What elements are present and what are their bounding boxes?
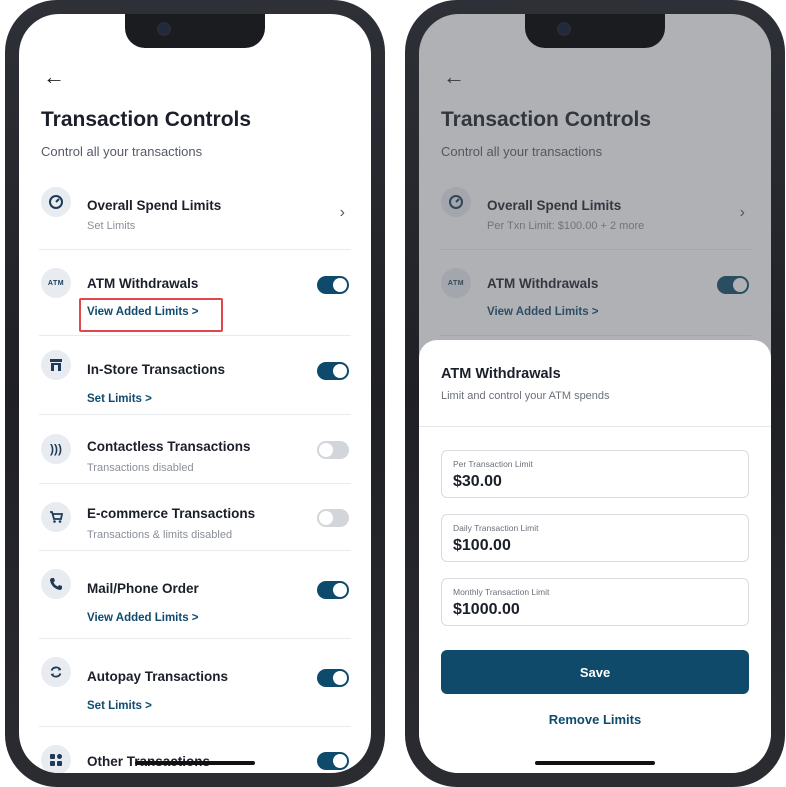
list-item-autopay: Autopay Transactions Set Limits > — [39, 639, 351, 727]
page-subtitle: Control all your transactions — [41, 144, 203, 159]
list-item-contactless: ))) Contactless Transactions Transaction… — [39, 415, 351, 484]
speedometer-icon — [41, 187, 71, 217]
toggle-knob — [319, 511, 333, 525]
camera-icon — [559, 24, 569, 34]
toggle-knob — [333, 754, 347, 768]
notch — [525, 14, 665, 48]
toggle-knob — [333, 671, 347, 685]
field-label: Monthly Transaction Limit — [453, 587, 550, 597]
contactless-icon: ))) — [41, 434, 71, 464]
list-item-atm-withdrawals: ATM ATM Withdrawals View Added Limits > — [39, 250, 351, 336]
toggle-knob — [319, 443, 333, 457]
list-item-ecommerce: E-commerce Transactions Transactions & l… — [39, 484, 351, 551]
toggle-knob — [333, 278, 347, 292]
in-store-toggle[interactable] — [317, 362, 349, 380]
page-title: Transaction Controls — [41, 108, 252, 131]
row-title: Autopay Transactions — [87, 669, 229, 684]
transaction-controls-list: Overall Spend Limits Set Limits › ATM AT… — [39, 174, 351, 773]
ecommerce-toggle[interactable] — [317, 509, 349, 527]
set-limits-link[interactable]: Set Limits > — [87, 393, 152, 405]
grid-icon — [41, 745, 71, 773]
screen-right: ← Transaction Controls Control all your … — [419, 14, 771, 773]
screen-left: ← Transaction Controls Control all your … — [19, 14, 371, 773]
cart-icon — [41, 502, 71, 532]
phone-icon — [41, 569, 71, 599]
atm-icon: ATM — [41, 268, 71, 298]
row-title: In-Store Transactions — [87, 362, 226, 377]
sheet-title: ATM Withdrawals — [441, 366, 561, 382]
monthly-transaction-limit-field[interactable]: Monthly Transaction Limit $1000.00 — [441, 578, 749, 626]
row-title: Mail/Phone Order — [87, 581, 199, 596]
divider — [419, 426, 771, 427]
row-title: Contactless Transactions — [87, 439, 251, 454]
notch — [125, 14, 265, 48]
home-indicator — [135, 761, 255, 765]
sheet-subtitle: Limit and control your ATM spends — [441, 390, 610, 402]
list-item-overall-spend[interactable]: Overall Spend Limits Set Limits › — [39, 174, 351, 250]
daily-transaction-limit-field[interactable]: Daily Transaction Limit $100.00 — [441, 514, 749, 562]
row-title: Overall Spend Limits — [87, 198, 222, 213]
field-value: $100.00 — [453, 537, 511, 554]
row-subtitle: Transactions disabled — [87, 462, 194, 474]
autopay-toggle[interactable] — [317, 669, 349, 687]
contactless-toggle[interactable] — [317, 441, 349, 459]
chevron-right-icon[interactable]: › — [340, 204, 345, 222]
list-item-other: Other Transactions — [39, 727, 351, 773]
camera-icon — [159, 24, 169, 34]
remove-limits-button[interactable]: Remove Limits — [419, 712, 771, 727]
home-indicator — [535, 761, 655, 765]
row-title: E-commerce Transactions — [87, 506, 256, 521]
field-label: Per Transaction Limit — [453, 459, 533, 469]
field-value: $1000.00 — [453, 601, 520, 618]
highlight-box — [79, 298, 223, 332]
field-label: Daily Transaction Limit — [453, 523, 539, 533]
back-arrow-icon[interactable]: ← — [43, 66, 65, 88]
save-button[interactable]: Save — [441, 650, 749, 694]
phone-frame-right: ← Transaction Controls Control all your … — [405, 0, 785, 787]
set-limits-link[interactable]: Set Limits > — [87, 700, 152, 712]
field-value: $30.00 — [453, 473, 502, 490]
bottom-sheet: ATM Withdrawals Limit and control your A… — [419, 340, 771, 773]
toggle-knob — [333, 364, 347, 378]
other-toggle[interactable] — [317, 752, 349, 770]
row-title: ATM Withdrawals — [87, 276, 199, 291]
atm-withdrawals-toggle[interactable] — [317, 276, 349, 294]
per-transaction-limit-field[interactable]: Per Transaction Limit $30.00 — [441, 450, 749, 498]
toggle-knob — [333, 583, 347, 597]
view-added-limits-link[interactable]: View Added Limits > — [87, 612, 199, 624]
list-item-in-store: In-Store Transactions Set Limits > — [39, 336, 351, 415]
row-subtitle: Set Limits — [87, 220, 136, 232]
autopay-icon — [41, 657, 71, 687]
store-icon — [41, 350, 71, 380]
mail-phone-toggle[interactable] — [317, 581, 349, 599]
phone-frame-left: ← Transaction Controls Control all your … — [5, 0, 385, 787]
list-item-mail-phone: Mail/Phone Order View Added Limits > — [39, 551, 351, 639]
row-subtitle: Transactions & limits disabled — [87, 529, 233, 541]
